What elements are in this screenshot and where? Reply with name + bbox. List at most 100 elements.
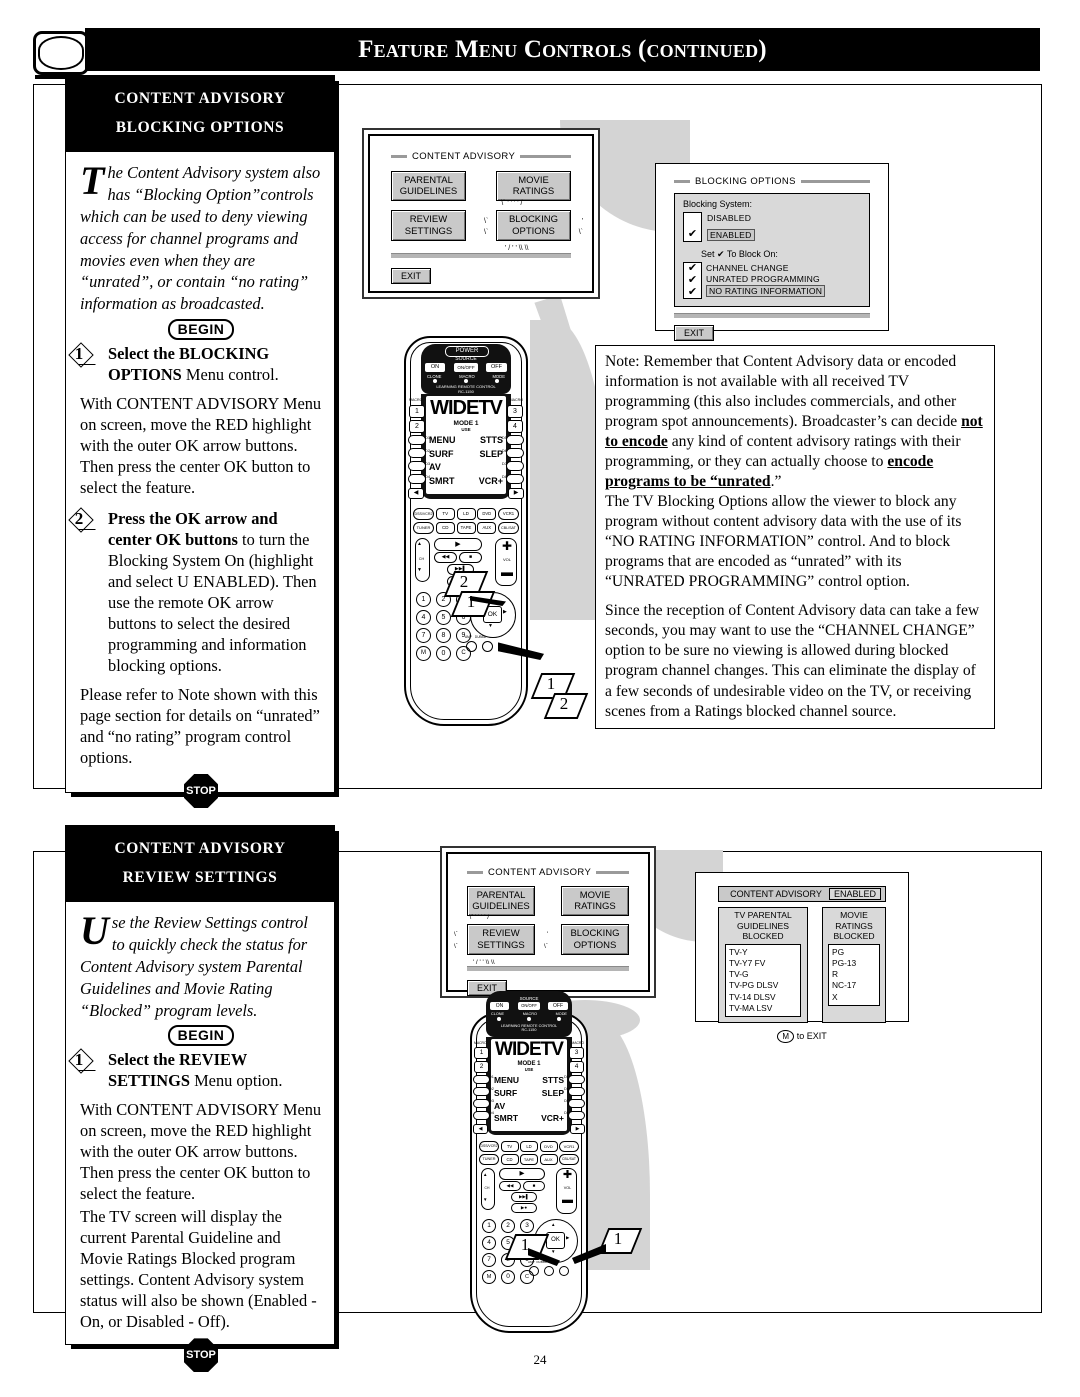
dubbd-button-1[interactable] [482,641,493,652]
softkey-d5-r2[interactable] [568,1075,585,1084]
no-rating-information-checkbox[interactable]: ✔ [688,286,697,298]
pause-button-2[interactable]: ▶▶▌ [511,1192,537,1202]
play-button-1[interactable]: ▶ [434,538,482,551]
device2-button-dss-vcr2[interactable]: DSS/VCR2 [479,1141,499,1152]
softkey-d2[interactable] [408,448,426,458]
menu-button-movie-ratings[interactable]: MOVIE RATINGS [496,171,571,202]
keypad2-m[interactable]: M [482,1270,496,1284]
ok-right-arrow-2[interactable]: ▶ [566,1235,569,1241]
power-onoff-button-2[interactable]: ON/OFF [518,1002,540,1010]
right-arrow-key-1[interactable]: ▶ [508,488,524,499]
softkey-d8[interactable] [506,474,524,484]
channel-change-checkbox[interactable]: ✔ [688,263,697,274]
keypad-4[interactable]: 4 [416,610,431,625]
menu2-button-review-settings[interactable]: REVIEW SETTINGS [467,924,535,955]
device2-button-dvd[interactable]: DVD [539,1141,558,1152]
softkey-d3[interactable] [408,461,426,471]
softkey-d1[interactable] [408,435,426,445]
option-enabled[interactable]: ENABLED [707,229,755,241]
amp-button-2[interactable] [529,1266,539,1276]
softkey-d2-r2[interactable] [473,1087,490,1096]
softkey-d7-r2[interactable] [568,1099,585,1108]
power-on-button-2[interactable]: ON [490,1002,509,1010]
keypad-8[interactable]: 8 [436,628,451,643]
enabled-checkbox[interactable]: ✔ [688,229,697,240]
softkey-d6[interactable] [506,448,524,458]
keypad2-3[interactable]: 3 [520,1219,534,1233]
softkey-d8-r2[interactable] [568,1111,585,1120]
softkey-d5[interactable] [506,435,524,445]
device2-button-aux[interactable]: AUX [539,1154,558,1165]
menu2-button-parental-guidelines[interactable]: PARENTAL GUIDELINES [467,886,535,917]
device-button-dss-vcr2[interactable]: DSS/VCR2 [413,508,434,520]
side-button-4-r2[interactable]: 4 [569,1061,584,1073]
device2-button-cd[interactable]: CD [500,1154,519,1165]
keypad-m[interactable]: M [416,646,431,661]
side-button-1-r2[interactable]: 1 [474,1047,489,1059]
device-button-vcr1[interactable]: VCR1 [498,508,519,520]
menu2-button-blocking-options[interactable]: BLOCKING OPTIONS [561,924,629,955]
keypad-0[interactable]: 0 [436,646,451,661]
option-no-rating-information[interactable]: NO RATING INFORMATION [706,284,826,297]
side-button-2[interactable]: 2 [409,420,425,433]
mute-button-2[interactable] [559,1266,569,1276]
rewind-button-2[interactable]: ◀◀ [499,1181,521,1191]
left-arrow-key-2[interactable]: ◀ [473,1124,488,1134]
device-button-tuner[interactable]: TUNER [413,522,434,534]
ok-down-arrow-2[interactable]: ▼ [551,1249,555,1254]
blocking-exit-button[interactable]: EXIT [674,325,715,341]
side-button-3[interactable]: 3 [507,405,523,418]
device2-button-vcr1[interactable]: VCR1 [559,1141,579,1152]
device-button-tv[interactable]: TV [435,508,455,520]
softkey-d3-r2[interactable] [473,1099,490,1108]
side-button-2-r2[interactable]: 2 [474,1061,489,1073]
softkey-d6-r2[interactable] [568,1087,585,1096]
option-channel-change[interactable]: CHANNEL CHANGE [706,263,825,273]
keypad2-2[interactable]: 2 [501,1219,515,1233]
rewind-button-1[interactable]: ◀◀ [434,552,457,563]
device2-button-tape[interactable]: TAPE [520,1154,538,1165]
stop-button-2[interactable]: ■ [523,1181,545,1191]
keypad2-1[interactable]: 1 [482,1219,496,1233]
keypad-1[interactable]: 1 [416,592,431,607]
ok-right-arrow-1[interactable]: ▶ [503,609,507,615]
power-off-button[interactable]: OFF [486,363,507,372]
softkey-d4-r2[interactable] [473,1111,490,1120]
left-arrow-key-1[interactable]: ◀ [408,488,424,499]
option-unrated-programming[interactable]: UNRATED PROGRAMMING [706,274,825,284]
power-off-button-2[interactable]: OFF [548,1002,568,1010]
device-button-cd[interactable]: CD [435,522,455,534]
ok-up-arrow-2[interactable]: ▲ [551,1222,555,1227]
power-on-button[interactable]: ON [425,363,445,372]
keypad2-0[interactable]: 0 [501,1270,515,1284]
keypad2-4[interactable]: 4 [482,1236,496,1250]
side-button-4[interactable]: 4 [507,420,523,433]
device2-button-tv[interactable]: TV [500,1141,519,1152]
dubbd-button-2[interactable] [544,1266,554,1276]
disabled-checkbox[interactable] [691,214,694,225]
softkey-d7[interactable] [506,461,524,471]
unrated-programming-checkbox[interactable]: ✔ [688,274,697,286]
device-button-aux[interactable]: AUX [477,522,497,534]
amp-button-1[interactable] [466,641,477,652]
menu-exit-button-1[interactable]: EXIT [391,267,432,284]
right-arrow-key-2[interactable]: ▶ [570,1124,585,1134]
keypad2-7[interactable]: 7 [482,1253,496,1267]
ok-down-arrow-1[interactable]: ▼ [488,624,493,629]
menu-button-review-settings[interactable]: REVIEW SETTINGS [391,210,466,241]
menu-button-parental-guidelines[interactable]: PARENTAL GUIDELINES [391,171,466,202]
device-button-tape[interactable]: TAPE [456,522,476,534]
side-button-1[interactable]: 1 [409,405,425,418]
device-button-cbl-sat[interactable]: CBL/SAT [498,522,519,534]
stop-button-1[interactable]: ■ [459,552,482,563]
side-button-3-r2[interactable]: 3 [569,1047,584,1059]
keypad-5[interactable]: 5 [436,610,451,625]
option-disabled[interactable]: DISABLED [707,213,755,223]
power-onoff-button[interactable]: ON/OFF [454,363,478,372]
device2-button-cbl-sat[interactable]: CBL/SAT [559,1154,579,1165]
device-button-ld[interactable]: LD [456,508,476,520]
record-button-2[interactable]: ▶● [511,1203,537,1213]
play-button-2[interactable]: ▶ [499,1168,545,1180]
menu2-button-movie-ratings[interactable]: MOVIE RATINGS [561,886,629,917]
device2-button-tuner[interactable]: TUNER [479,1154,499,1165]
